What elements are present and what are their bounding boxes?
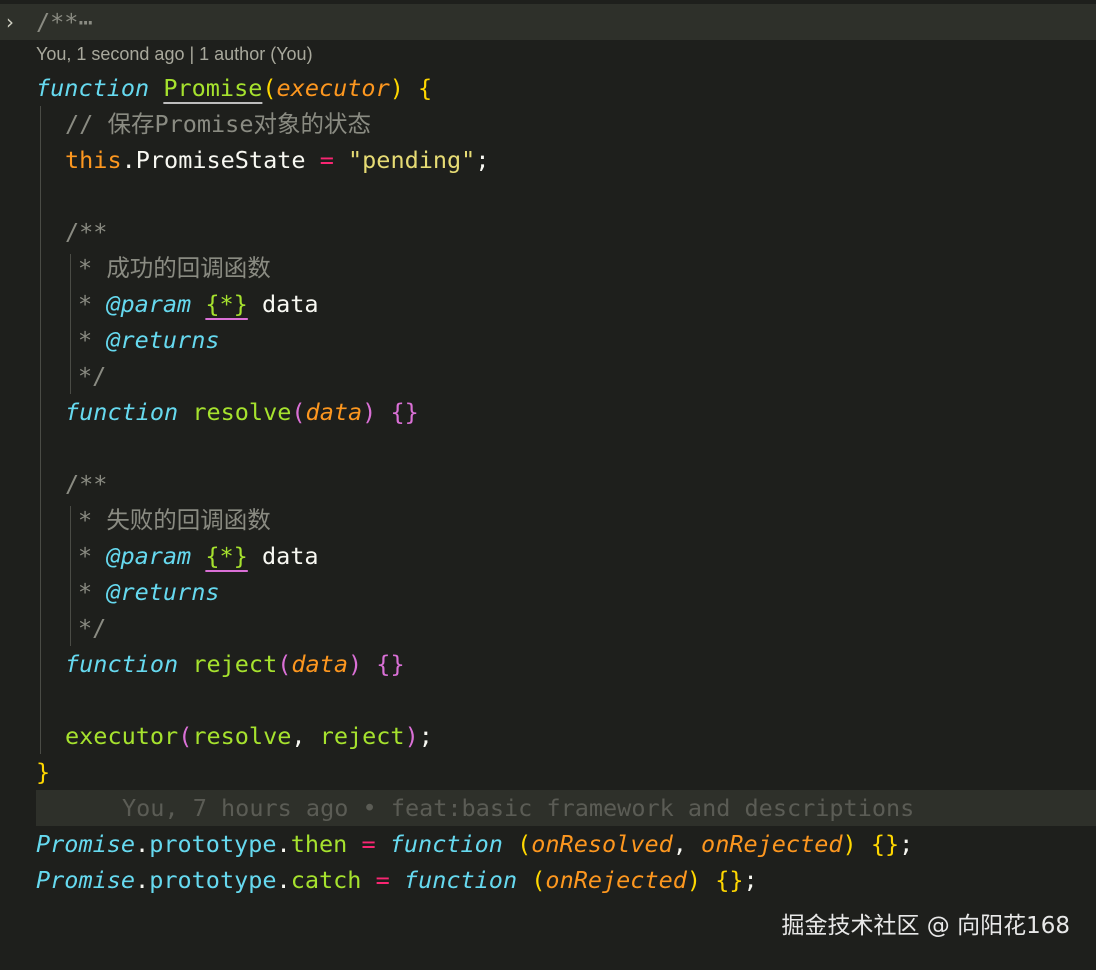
code-line: * 失败的回调函数 — [78, 506, 271, 534]
inline-blame-text: You, 7 hours ago • feat:basic framework … — [122, 794, 915, 822]
inline-blame-line[interactable]: You, 7 hours ago • feat:basic framework … — [36, 790, 1096, 826]
code-line: this.PromiseState = "pending"; — [65, 146, 490, 174]
codelens-blame[interactable]: You, 1 second ago | 1 author (You) — [36, 40, 313, 68]
promise-function-name[interactable]: Promise — [163, 74, 262, 102]
chevron-right-icon[interactable]: › — [6, 12, 24, 32]
code-line: Promise.prototype.then = function (onRes… — [36, 830, 914, 858]
code-line: // 保存Promise对象的状态 — [65, 110, 371, 138]
folded-comment-line[interactable]: › /**⋯ — [0, 4, 1096, 40]
code-line: /** — [65, 470, 108, 498]
code-line: */ — [78, 362, 107, 390]
code-line: function Promise(executor) { — [36, 74, 433, 102]
code-line: * @param {*} data — [78, 542, 319, 570]
fold-ellipsis-icon[interactable]: ⋯ — [78, 8, 92, 36]
code-line: * @returns — [78, 326, 220, 354]
code-line: * @param {*} data — [78, 290, 319, 318]
code-line: Promise.prototype.catch = function (onRe… — [36, 866, 758, 894]
code-line: */ — [78, 614, 107, 642]
code-line: /** — [65, 218, 108, 246]
code-line: } — [36, 758, 51, 786]
code-line: function resolve(data) {} — [65, 398, 419, 426]
code-line: executor(resolve, reject); — [65, 722, 433, 750]
code-line: * @returns — [78, 578, 220, 606]
folded-comment: /** — [36, 8, 79, 36]
code-line: * 成功的回调函数 — [78, 254, 271, 282]
code-editor[interactable]: › /**⋯ You, 1 second ago | 1 author (You… — [0, 0, 1096, 962]
code-line: function reject(data) {} — [65, 650, 405, 678]
watermark: 掘金技术社区 @ 向阳花168 — [781, 913, 1070, 939]
